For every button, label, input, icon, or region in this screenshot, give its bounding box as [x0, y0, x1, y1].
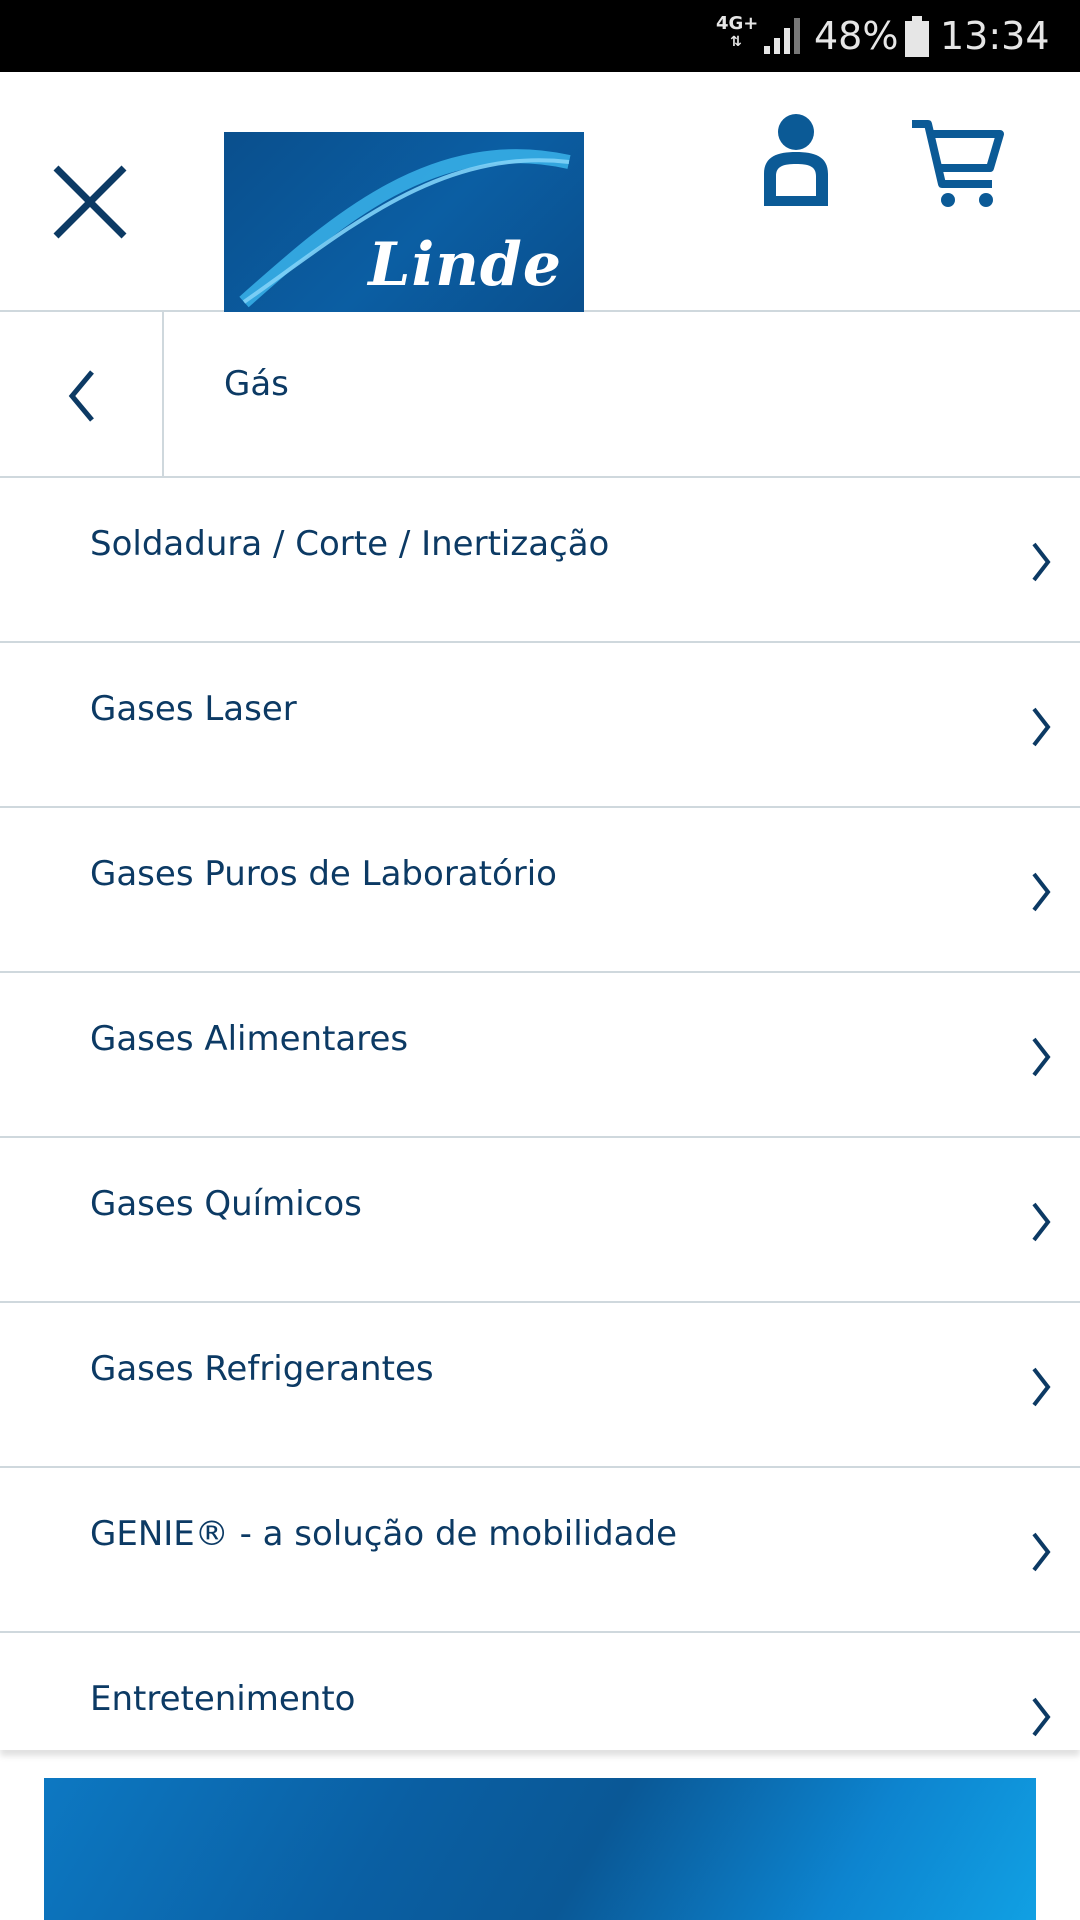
- menu-item-label: Soldadura / Corte / Inertização: [90, 524, 610, 564]
- chevron-left-icon: [68, 370, 94, 422]
- account-button[interactable]: [756, 112, 836, 212]
- promo-banner-image[interactable]: [44, 1778, 1036, 1920]
- close-icon: [53, 165, 127, 239]
- menu-item-genie[interactable]: GENIE® - a solução de mobilidade: [0, 1468, 1080, 1633]
- network-indicator: 4G+ ⇅: [716, 13, 759, 51]
- menu-item-gases-alimentares[interactable]: Gases Alimentares: [0, 973, 1080, 1138]
- chevron-right-icon: [1032, 707, 1051, 747]
- data-arrows-icon: ⇅: [730, 34, 742, 50]
- menu-item-gases-quimicos[interactable]: Gases Químicos: [0, 1138, 1080, 1303]
- chevron-right-icon: [1032, 1697, 1051, 1737]
- battery-percent: 48%: [814, 14, 899, 58]
- cart-button[interactable]: [908, 112, 1008, 212]
- menu-item-label: Gases Puros de Laboratório: [90, 854, 557, 894]
- cart-icon: [912, 120, 1004, 207]
- chevron-right-icon: [1032, 1532, 1051, 1572]
- chevron-right-icon: [1032, 1202, 1051, 1242]
- user-icon: [764, 114, 828, 206]
- section-title: Gás: [224, 364, 289, 404]
- clock: 13:34: [940, 14, 1050, 58]
- menu-item-label: Gases Refrigerantes: [90, 1349, 434, 1389]
- back-button[interactable]: [0, 312, 164, 476]
- chevron-right-icon: [1032, 872, 1051, 912]
- category-menu: Soldadura / Corte / Inertização Gases La…: [0, 478, 1080, 1750]
- chevron-right-icon: [1032, 542, 1051, 582]
- battery-icon: [905, 16, 929, 57]
- menu-item-entretenimento[interactable]: Entretenimento: [0, 1633, 1080, 1750]
- chevron-right-icon: [1032, 1367, 1051, 1407]
- menu-item-gases-puros[interactable]: Gases Puros de Laboratório: [0, 808, 1080, 973]
- logo-text: Linde: [368, 230, 562, 300]
- menu-item-label: Gases Laser: [90, 689, 297, 729]
- menu-item-gases-laser[interactable]: Gases Laser: [0, 643, 1080, 808]
- close-menu-button[interactable]: [44, 156, 136, 248]
- menu-item-label: GENIE® - a solução de mobilidade: [90, 1514, 678, 1554]
- submenu-header: Gás: [0, 312, 1080, 478]
- menu-item-label: Gases Químicos: [90, 1184, 362, 1224]
- menu-item-label: Entretenimento: [90, 1679, 356, 1719]
- chevron-right-icon: [1032, 1037, 1051, 1077]
- menu-item-soldadura[interactable]: Soldadura / Corte / Inertização: [0, 478, 1080, 643]
- menu-item-label: Gases Alimentares: [90, 1019, 409, 1059]
- menu-item-gases-refrigerantes[interactable]: Gases Refrigerantes: [0, 1303, 1080, 1468]
- app-header: Linde: [0, 72, 1080, 312]
- network-type: 4G+: [716, 13, 759, 34]
- signal-icon: [764, 18, 800, 54]
- status-bar: 4G+ ⇅ 48% 13:34: [0, 0, 1080, 72]
- linde-logo[interactable]: Linde: [224, 132, 584, 312]
